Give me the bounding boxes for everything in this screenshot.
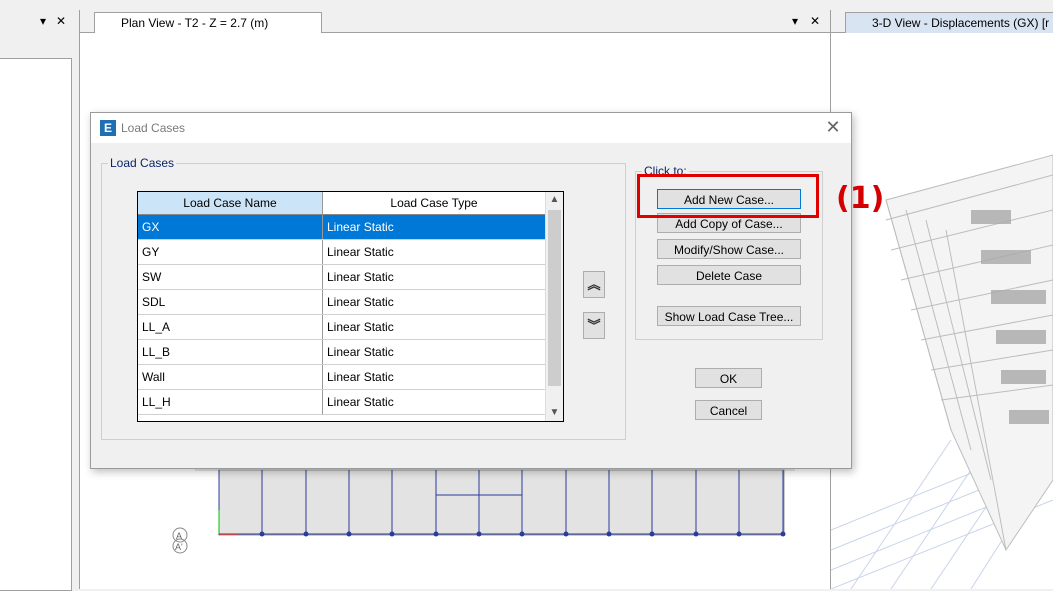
load-case-type: Linear Static <box>327 295 394 309</box>
close-icon[interactable]: ✕ <box>56 14 66 28</box>
load-case-type: Linear Static <box>327 320 394 334</box>
delete-case-button[interactable]: Delete Case <box>657 265 801 285</box>
load-case-type: Linear Static <box>327 270 394 284</box>
main-toolbar <box>0 0 1053 8</box>
move-up-button[interactable]: ︽ <box>583 271 605 298</box>
highlight-box <box>637 174 819 218</box>
load-case-type: Linear Static <box>327 395 394 409</box>
table-row[interactable]: SW Linear Static <box>138 265 546 290</box>
load-case-type: Linear Static <box>327 245 394 259</box>
scroll-down-icon[interactable]: ▼ <box>546 405 563 421</box>
column-header-type[interactable]: Load Case Type <box>323 192 545 214</box>
table-row[interactable]: Wall Linear Static <box>138 365 546 390</box>
close-icon[interactable]: ✕ <box>823 117 843 137</box>
load-case-name: Wall <box>138 365 323 389</box>
ok-button[interactable]: OK <box>695 368 762 388</box>
load-cases-table[interactable]: Load Case Name Load Case Type GX Linear … <box>137 191 564 422</box>
step-callout: (1) <box>836 181 885 216</box>
table-row[interactable]: SDL Linear Static <box>138 290 546 315</box>
3d-view-pane[interactable]: 3-D View - Displacements (GX) [r <box>831 10 1053 589</box>
load-case-type: Linear Static <box>327 220 394 234</box>
modify-show-case-button[interactable]: Modify/Show Case... <box>657 239 801 259</box>
table-scrollbar[interactable]: ▲ ▼ <box>545 192 563 421</box>
pin-icon[interactable]: ▾ <box>40 14 46 28</box>
left-pane-body <box>0 58 72 591</box>
grid-label-a: A <box>176 531 182 541</box>
load-case-name: SDL <box>138 290 323 314</box>
double-chevron-down-icon: ︾ <box>587 318 601 333</box>
table-row[interactable]: LL_B Linear Static <box>138 340 546 365</box>
scroll-up-icon[interactable]: ▲ <box>546 192 563 208</box>
double-chevron-up-icon: ︽ <box>587 277 601 292</box>
grid-label-a-prime: A' <box>175 542 183 552</box>
move-down-button[interactable]: ︾ <box>583 312 605 339</box>
load-case-name: LL_A <box>138 315 323 339</box>
load-case-name: LL_B <box>138 340 323 364</box>
table-row[interactable]: GX Linear Static <box>138 215 546 240</box>
load-cases-dialog: E Load Cases ✕ Load Cases Load Case Name… <box>90 112 852 469</box>
scroll-thumb[interactable] <box>548 210 561 386</box>
load-case-name: GY <box>138 240 323 264</box>
left-pane-header: ▾ ✕ <box>0 10 77 32</box>
load-case-name: SW <box>138 265 323 289</box>
cancel-button[interactable]: Cancel <box>695 400 762 420</box>
model-explorer-pane: ▾ ✕ <box>0 10 77 591</box>
load-case-name: LL_H <box>138 390 323 414</box>
3d-view-canvas[interactable] <box>831 10 1053 589</box>
load-case-type: Linear Static <box>327 370 394 384</box>
column-header-name[interactable]: Load Case Name <box>138 192 323 214</box>
table-header: Load Case Name Load Case Type <box>138 192 546 215</box>
load-case-type: Linear Static <box>327 345 394 359</box>
dialog-title: Load Cases <box>121 121 186 135</box>
table-row[interactable]: GY Linear Static <box>138 240 546 265</box>
etabs-logo-icon: E <box>100 120 116 136</box>
table-row[interactable]: LL_A Linear Static <box>138 315 546 340</box>
load-cases-group-label: Load Cases <box>110 156 175 170</box>
load-case-name: GX <box>138 215 323 239</box>
table-row[interactable]: LL_H Linear Static <box>138 390 546 415</box>
show-load-case-tree-button[interactable]: Show Load Case Tree... <box>657 306 801 326</box>
dialog-titlebar: E Load Cases ✕ <box>91 113 851 143</box>
